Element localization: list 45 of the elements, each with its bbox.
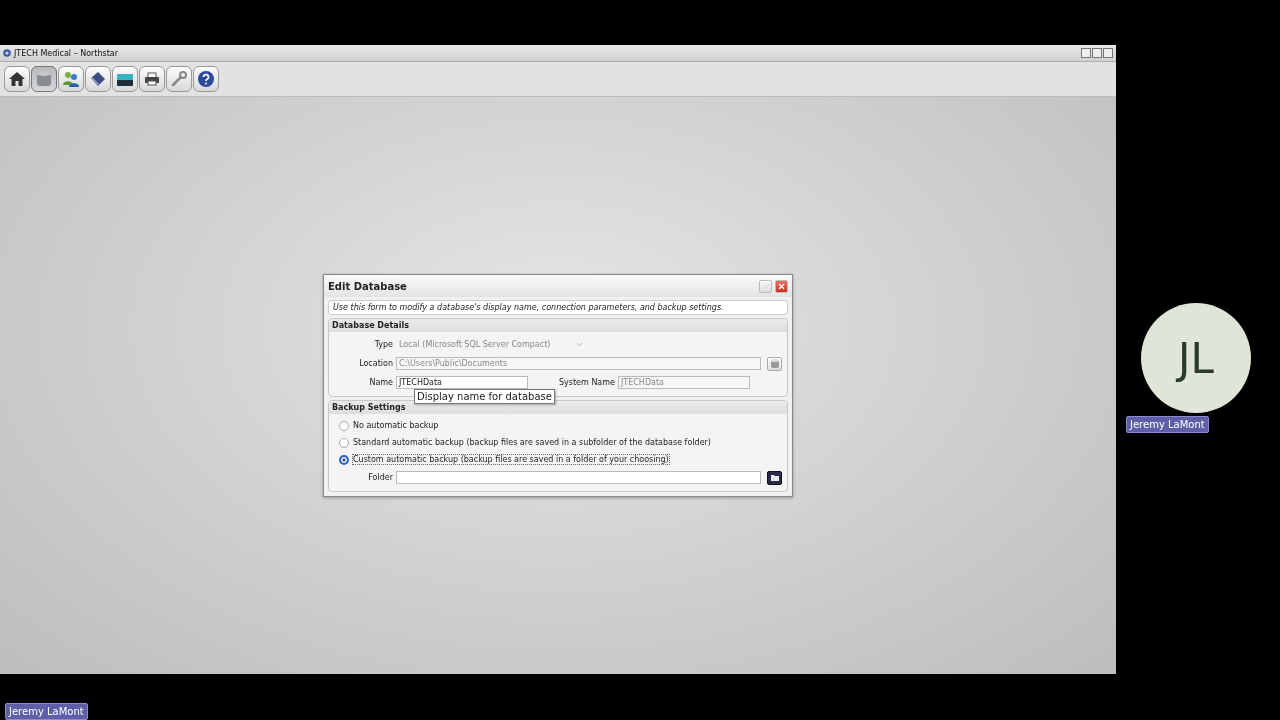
folder-button[interactable] bbox=[767, 470, 782, 485]
toolbar-button[interactable] bbox=[4, 66, 30, 92]
option-label[interactable]: Standard automatic backup (backup files are saved in a subfolder of the database folder) bbox=[352, 437, 712, 448]
avatar: JL bbox=[1141, 303, 1251, 413]
dialog-title: Edit Database bbox=[328, 280, 408, 292]
home-icon bbox=[8, 70, 26, 88]
toolbar-button[interactable] bbox=[112, 66, 138, 92]
check-icon bbox=[761, 282, 770, 290]
users-icon bbox=[62, 70, 80, 88]
field-label: Location bbox=[358, 359, 393, 368]
printer-icon bbox=[143, 70, 161, 88]
close-button[interactable] bbox=[775, 279, 788, 293]
field-label: System Name bbox=[559, 378, 615, 387]
close-icon bbox=[778, 282, 785, 290]
name-label: Jeremy LaMont bbox=[5, 703, 88, 720]
field-label: Folder bbox=[367, 473, 393, 482]
option-label[interactable]: No automatic backup bbox=[352, 420, 440, 431]
description-text: Use this form to modify a database's display name, connection parameters, and backup settings. bbox=[328, 300, 788, 315]
section-header: Database Details bbox=[329, 319, 787, 332]
minimize-button[interactable] bbox=[1081, 48, 1091, 58]
toolbar-button[interactable] bbox=[193, 66, 219, 92]
folder-icon bbox=[769, 473, 780, 482]
radio-button[interactable] bbox=[339, 437, 349, 448]
radio-button[interactable] bbox=[339, 420, 349, 431]
maximize-button[interactable] bbox=[1092, 48, 1102, 58]
database-button[interactable] bbox=[767, 356, 782, 371]
field-label: Name bbox=[368, 378, 393, 387]
database-icon bbox=[769, 358, 780, 369]
tooltip: Display name for database bbox=[414, 389, 555, 404]
database-icon bbox=[36, 70, 52, 88]
close-button[interactable] bbox=[1103, 48, 1113, 58]
name-label: Jeremy LaMont bbox=[1126, 416, 1209, 433]
radio-button[interactable] bbox=[339, 454, 349, 465]
chevron-icon bbox=[576, 342, 583, 347]
help-icon bbox=[197, 70, 215, 88]
text-field[interactable]: JTECHData bbox=[396, 376, 528, 389]
window-title: JTECH Medical – Northstar bbox=[14, 48, 120, 58]
section-header: Backup Settings bbox=[329, 401, 787, 414]
toolbar-button[interactable] bbox=[58, 66, 84, 92]
toolbar-button[interactable] bbox=[139, 66, 165, 92]
toolbar-button[interactable] bbox=[85, 66, 111, 92]
app-logo-icon bbox=[3, 49, 11, 57]
folder-field[interactable] bbox=[396, 471, 761, 484]
field-label: Type bbox=[373, 340, 393, 349]
option-label[interactable]: Custom automatic backup (backup files are saved in a folder of your choosing) bbox=[352, 454, 670, 465]
